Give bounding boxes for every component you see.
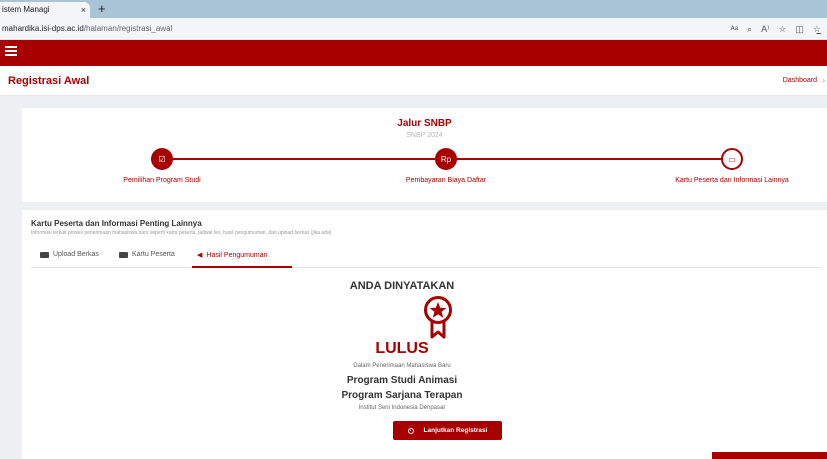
result-institution: Institut Seni Indonesia Denpasar xyxy=(358,405,446,411)
tab-hasil-pengumuman[interactable]: ◀ Hasil Pengumuman xyxy=(197,251,268,260)
breadcrumb-dashboard[interactable]: Dashboard xyxy=(783,77,817,84)
translate-icon[interactable]: ᴬᵃ xyxy=(731,24,738,34)
app-top-nav xyxy=(0,40,827,66)
result-status: LULUS xyxy=(375,340,429,357)
step-label-program-studi: Pemilihan Program Studi xyxy=(123,177,201,184)
active-tab-indicator xyxy=(192,266,292,268)
url-host: mahardika.isi-dps.ac.id xyxy=(2,24,84,33)
id-card-icon xyxy=(40,251,49,258)
browser-tab[interactable]: istem Managi × xyxy=(0,2,90,18)
card-icon[interactable]: ▭ xyxy=(721,148,743,170)
favorite-icon[interactable]: ☆ xyxy=(778,24,786,35)
browser-toolbar: ᴬᵃ ⌕ A⁾ ☆ ◫ ☆̲ xyxy=(731,18,821,40)
result-prodi: Program Studi Animasi xyxy=(346,375,458,386)
jalur-subtitle: SNBP 2024 xyxy=(406,132,443,139)
new-tab-button[interactable]: + xyxy=(98,1,106,17)
tab-kartu-peserta[interactable]: Kartu Peserta xyxy=(119,251,175,258)
registration-steps-card: Jalur SNBP SNBP 2024 ☑ Pemilihan Program… xyxy=(22,108,827,202)
page-header: Registrasi Awal Dashboard › xyxy=(0,66,827,96)
address-bar[interactable]: mahardika.isi-dps.ac.id/halaman/registra… xyxy=(0,18,827,40)
split-screen-icon[interactable]: ◫ xyxy=(795,24,804,35)
floating-action-bar[interactable] xyxy=(712,452,827,459)
lanjutkan-registrasi-button[interactable]: Lanjutkan Registrasi xyxy=(393,421,502,440)
browser-tab-title: istem Managi xyxy=(2,5,50,14)
step-label-kartu-peserta: Kartu Peserta dan Informasi Lainnya xyxy=(675,177,789,184)
button-label: Lanjutkan Registrasi xyxy=(423,427,488,434)
page-title: Registrasi Awal xyxy=(8,75,90,87)
check-square-icon[interactable]: ☑ xyxy=(151,148,173,170)
url-path: /halaman/registrasi_awal xyxy=(83,24,173,33)
close-tab-icon[interactable]: × xyxy=(81,2,86,18)
zoom-icon[interactable]: ⌕ xyxy=(747,24,752,35)
result-context: Dalam Penerimaan Mahasiswa Baru xyxy=(353,363,451,369)
read-aloud-icon[interactable]: A⁾ xyxy=(761,24,769,35)
browser-tab-strip: istem Managi × + xyxy=(0,0,827,18)
award-icon xyxy=(424,296,452,339)
breadcrumb-separator: › xyxy=(822,76,825,85)
rupiah-icon[interactable]: Rp xyxy=(435,148,457,170)
info-card: Kartu Peserta dan Informasi Penting Lain… xyxy=(22,210,827,459)
arrow-circle-icon xyxy=(407,427,414,434)
step-label-pembayaran: Pembayaran Biaya Daftar xyxy=(405,177,487,184)
tab-label: Upload Berkas xyxy=(53,251,99,258)
bullhorn-icon: ◀ xyxy=(197,252,203,259)
info-card-description: Informasi terkait proses penerimaan maha… xyxy=(31,230,332,236)
tab-upload-berkas[interactable]: Upload Berkas xyxy=(40,251,99,258)
url-text[interactable]: mahardika.isi-dps.ac.id/halaman/registra… xyxy=(2,18,172,40)
info-tabs: Upload Berkas Kartu Peserta ◀ Hasil Peng… xyxy=(31,246,821,268)
id-card-icon xyxy=(119,251,128,258)
info-card-title: Kartu Peserta dan Informasi Penting Lain… xyxy=(31,219,202,228)
tab-label: Hasil Pengumuman xyxy=(206,251,268,259)
result-program: Program Sarjana Terapan xyxy=(341,390,463,401)
menu-icon[interactable] xyxy=(5,46,17,56)
jalur-title: Jalur SNBP xyxy=(397,118,452,129)
result-heading: ANDA DINYATAKAN xyxy=(349,280,455,292)
tab-label: Kartu Peserta xyxy=(132,251,175,258)
collections-icon[interactable]: ☆̲ xyxy=(813,24,821,35)
